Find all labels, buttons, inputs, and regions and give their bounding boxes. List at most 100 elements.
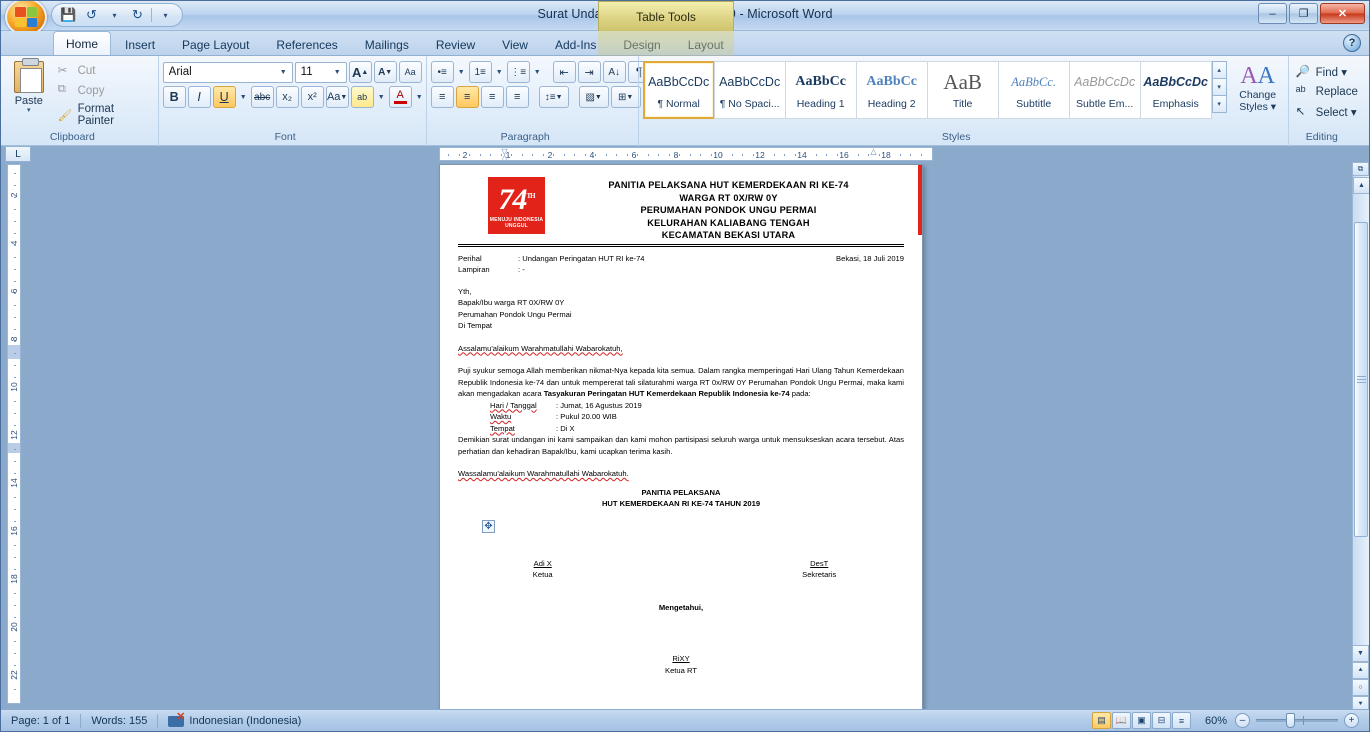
- highlight-button[interactable]: ab: [350, 86, 374, 108]
- clear-formatting-button[interactable]: Aa: [398, 61, 422, 83]
- font-name-chevron-down-icon[interactable]: ▼: [277, 69, 290, 76]
- sort-button[interactable]: A↓: [602, 61, 626, 83]
- scroll-up-button[interactable]: ▲: [1353, 177, 1369, 194]
- font-size-combo[interactable]: 11 ▼: [294, 61, 347, 83]
- shading-button[interactable]: ▧ ▼: [578, 86, 609, 108]
- copy-button[interactable]: ⧉ Copy: [55, 81, 154, 100]
- zoom-thumb[interactable]: [1286, 713, 1295, 728]
- paste-button[interactable]: Paste ▾: [5, 58, 53, 129]
- align-left-button[interactable]: ≡: [430, 86, 454, 108]
- minimize-button[interactable]: –: [1258, 3, 1287, 24]
- style-emphasis[interactable]: AaBbCcDc Emphasis: [1139, 61, 1212, 119]
- tab-insert[interactable]: Insert: [112, 33, 168, 55]
- borders-button[interactable]: ⊞ ▼: [610, 86, 641, 108]
- style-subtitle[interactable]: AaBbCc. Subtitle: [997, 61, 1070, 119]
- strikethrough-button[interactable]: abc: [250, 86, 274, 108]
- previous-page-button[interactable]: ⯅: [1352, 662, 1369, 679]
- customize-qat-icon[interactable]: ▾: [155, 5, 176, 25]
- tab-view[interactable]: View: [489, 33, 541, 55]
- style-heading-2[interactable]: AaBbCc Heading 2: [855, 61, 928, 119]
- replace-button[interactable]: ab Replace: [1293, 82, 1364, 101]
- tab-design[interactable]: Design: [610, 33, 673, 55]
- tab-add-ins[interactable]: Add-Ins: [542, 33, 609, 55]
- tab-page-layout[interactable]: Page Layout: [169, 33, 262, 55]
- format-painter-button[interactable]: 🖌 Format Painter: [55, 101, 154, 129]
- redo-icon[interactable]: ↻: [127, 5, 148, 25]
- bold-button[interactable]: B: [162, 86, 186, 108]
- shrink-font-button[interactable]: A ▼: [373, 61, 397, 83]
- find-button[interactable]: 🔎 Find ▾: [1293, 62, 1364, 81]
- highlight-dropdown-icon[interactable]: ▼: [376, 86, 387, 108]
- style-title[interactable]: AaB Title: [926, 61, 999, 119]
- table-move-handle[interactable]: ✥: [482, 520, 495, 533]
- line-spacing-button[interactable]: ↕≡ ▼: [538, 86, 569, 108]
- styles-scroll-up-icon[interactable]: ▴: [1211, 61, 1227, 79]
- subscript-button[interactable]: x₂: [275, 86, 299, 108]
- justify-button[interactable]: ≡: [505, 86, 529, 108]
- full-screen-reading-view-button[interactable]: 📖: [1111, 712, 1131, 729]
- underline-dropdown-icon[interactable]: ▼: [238, 86, 249, 108]
- outline-view-button[interactable]: ⊟: [1151, 712, 1171, 729]
- scroll-down-button[interactable]: ▼: [1352, 645, 1369, 662]
- font-color-dropdown-icon[interactable]: ▼: [414, 86, 425, 108]
- zoom-track[interactable]: [1256, 713, 1338, 728]
- undo-icon[interactable]: ↺: [81, 5, 102, 25]
- bullets-dropdown-icon[interactable]: ▼: [456, 61, 467, 83]
- undo-dropdown-icon[interactable]: ▾: [104, 5, 125, 25]
- tab-layout[interactable]: Layout: [675, 33, 737, 55]
- numbering-dropdown-icon[interactable]: ▼: [494, 61, 505, 83]
- zoom-level[interactable]: 60%: [1197, 715, 1235, 727]
- page-indicator[interactable]: Page: 1 of 1: [1, 715, 80, 727]
- language-indicator[interactable]: ✕ Indonesian (Indonesia): [158, 712, 311, 727]
- close-button[interactable]: ✕: [1320, 3, 1365, 24]
- select-browse-object-button[interactable]: ○: [1352, 679, 1369, 696]
- split-window-handle[interactable]: ⧉: [1352, 162, 1369, 176]
- style-subtle-emphasis[interactable]: AaBbCcDc Subtle Em...: [1068, 61, 1141, 119]
- font-size-chevron-down-icon[interactable]: ▼: [331, 69, 344, 76]
- align-right-button[interactable]: ≡: [480, 86, 504, 108]
- style-normal[interactable]: AaBbCcDc ¶ Normal: [642, 61, 715, 119]
- grow-font-button[interactable]: A ▲: [348, 61, 372, 83]
- multilevel-dropdown-icon[interactable]: ▼: [532, 61, 543, 83]
- draft-view-button[interactable]: ≡: [1171, 712, 1191, 729]
- superscript-button[interactable]: x²: [300, 86, 324, 108]
- word-count[interactable]: Words: 155: [81, 715, 157, 727]
- font-color-button[interactable]: A: [388, 86, 412, 108]
- print-layout-view-button[interactable]: ▤: [1091, 712, 1111, 729]
- horizontal-ruler[interactable]: 2 1 2 4 6 8 10 12 14 16 18 ▽ △ △: [439, 147, 933, 161]
- tab-review[interactable]: Review: [423, 33, 488, 55]
- scrollbar-thumb[interactable]: [1354, 222, 1368, 537]
- web-layout-view-button[interactable]: ▣: [1131, 712, 1151, 729]
- zoom-in-button[interactable]: +: [1344, 713, 1359, 728]
- styles-scroll-down-icon[interactable]: ▾: [1211, 78, 1227, 96]
- italic-button[interactable]: I: [187, 86, 211, 108]
- vertical-scrollbar[interactable]: ⧉ ▲ ▼ ⯅ ○ ⯆: [1352, 162, 1369, 713]
- multilevel-list-button[interactable]: ⋮≡: [506, 61, 530, 83]
- change-case-button[interactable]: Aa ▼: [325, 86, 349, 108]
- style-no-spacing[interactable]: AaBbCcDc ¶ No Spaci...: [713, 61, 786, 119]
- zoom-out-button[interactable]: –: [1235, 713, 1250, 728]
- change-styles-button[interactable]: AA Change Styles ▾: [1227, 61, 1289, 113]
- decrease-indent-button[interactable]: ⇤: [552, 61, 576, 83]
- style-heading-1[interactable]: AaBbCс Heading 1: [784, 61, 857, 119]
- restore-button[interactable]: ❐: [1289, 3, 1318, 24]
- styles-more-icon[interactable]: ▾: [1211, 95, 1227, 113]
- numbering-button[interactable]: 1≡: [468, 61, 492, 83]
- tab-home[interactable]: Home: [53, 31, 112, 55]
- increase-indent-button[interactable]: ⇥: [577, 61, 601, 83]
- vertical-ruler[interactable]: 2 4 6 8 10 12 14 16 18 20 22: [7, 164, 21, 704]
- zoom-slider[interactable]: – +: [1235, 713, 1369, 728]
- help-icon[interactable]: ?: [1343, 34, 1361, 52]
- select-button[interactable]: ↖ Select ▾: [1293, 102, 1364, 121]
- bullets-button[interactable]: •≡: [430, 61, 454, 83]
- cut-button[interactable]: ✂ Cut: [55, 61, 154, 80]
- save-icon[interactable]: 💾: [58, 5, 79, 25]
- tab-mailings[interactable]: Mailings: [352, 33, 422, 55]
- paste-dropdown-icon[interactable]: ▾: [27, 107, 31, 114]
- tab-references[interactable]: References: [263, 33, 350, 55]
- document-page[interactable]: 74TH MENUJU INDONESIA UNGGUL PANITIA PEL…: [439, 164, 923, 713]
- tab-stop-selector[interactable]: L: [5, 146, 31, 162]
- font-name-combo[interactable]: Arial ▼: [162, 61, 293, 83]
- underline-button[interactable]: U: [212, 86, 236, 108]
- align-center-button[interactable]: ≡: [455, 86, 479, 108]
